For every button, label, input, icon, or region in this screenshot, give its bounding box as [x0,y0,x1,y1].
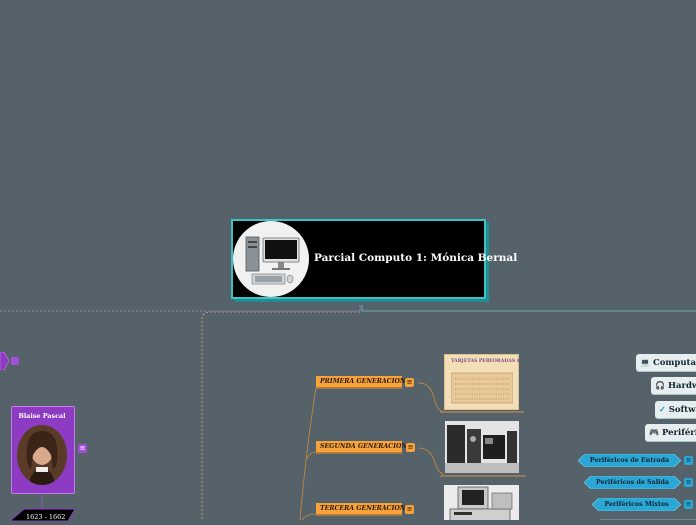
perifericos-salida-menu-icon[interactable]: ≡ [684,478,693,487]
generation-3-menu-icon[interactable]: ≡ [405,505,414,514]
generation-2-menu-icon[interactable]: ≡ [406,443,415,452]
punch-card-image[interactable]: TARJETAS PERFORADAS ⚙ [444,354,521,410]
gamepad-icon: 🎮 [649,427,659,437]
perifericos-salida-label: Periféricos de Salida [596,479,669,486]
category-hardware-label: Hardware [667,381,696,391]
perifericos-mixtos-label: Periféricos Mixtos [604,501,669,508]
pascal-menu-icon[interactable]: ≡ [78,444,87,453]
generation-1-menu-icon[interactable]: ≡ [405,378,414,387]
desktop-computer-icon [233,221,309,297]
check-circle-icon: ✓ [659,404,666,414]
perifericos-entrada-label: Periféricos de Entrada [589,457,670,464]
pascal-years-node[interactable]: 1623 - 1662 [8,506,76,522]
generation-1-label[interactable]: PRIMERA GENERACION [316,376,406,388]
category-computadora-label: Computadora [652,358,696,368]
root-title: Parcial Computo 1: Mónica Bernal [314,252,518,264]
pascal-portrait [17,425,67,485]
generation-2-label[interactable]: SEGUNDA GENERACION [316,441,407,453]
second-generation-computer-image[interactable] [445,421,519,473]
perifericos-entrada-node[interactable]: Periféricos de Entrada [578,454,681,467]
category-computadora[interactable]: 💻Computadora [636,354,696,371]
pascal-name: Blaise Pascal [18,412,66,420]
generation-3-label[interactable]: TERCERA GENERACION [316,503,405,515]
third-generation-computer-image[interactable] [444,485,519,520]
headphones-icon: 🎧 [655,380,665,390]
category-hardware[interactable]: 🎧Hardware [651,377,696,394]
perifericos-mixtos-node[interactable]: Periféricos Mixtos [592,498,681,511]
perifericos-salida-node[interactable]: Periféricos de Salida [584,476,681,489]
category-perifericos-label: Periféricos [661,428,696,438]
left-arrow-node[interactable] [0,351,10,371]
category-perifericos[interactable]: 🎮Periféricos [645,424,696,441]
punch-card-label: TARJETAS PERFORADAS ⚙ [451,359,521,364]
category-software-label: Software [668,405,696,415]
category-software[interactable]: ✓Software [655,401,696,418]
perifericos-entrada-menu-icon[interactable]: ≡ [684,456,693,465]
perifericos-mixtos-menu-icon[interactable]: ≡ [684,500,693,509]
left-node-marker [11,357,19,365]
computer-icon: 💻 [640,357,650,367]
